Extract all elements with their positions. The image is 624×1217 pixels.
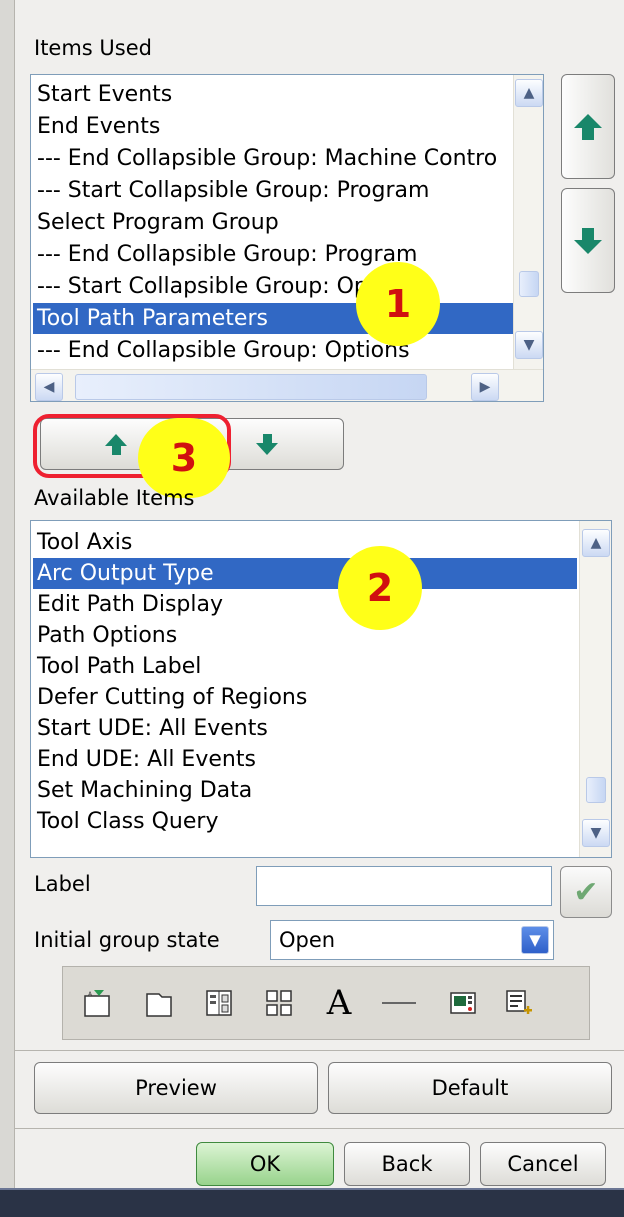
cancel-button[interactable]: Cancel	[480, 1142, 606, 1186]
list-item[interactable]: Start UDE: All Events	[37, 713, 268, 744]
apply-label-button[interactable]: ✔	[560, 866, 612, 918]
divider	[14, 1128, 624, 1129]
grid-icon[interactable]	[259, 981, 299, 1025]
chevron-down-icon[interactable]: ▼	[521, 926, 549, 954]
down-arrow-icon	[574, 227, 602, 254]
items-used-hscroll[interactable]: ◀ ▶	[31, 369, 543, 401]
add-list-icon[interactable]	[499, 981, 539, 1025]
annotation-badge-1: 1	[356, 262, 440, 346]
list-item[interactable]: Select Program Group	[37, 207, 279, 238]
hscroll-thumb[interactable]	[75, 374, 427, 400]
list-item[interactable]: End UDE: All Events	[37, 744, 256, 775]
list-item[interactable]: Tool Class Query	[37, 806, 218, 837]
list-item[interactable]: End Events	[37, 111, 160, 142]
up-arrow-icon	[574, 113, 602, 140]
blank-page-icon[interactable]	[139, 981, 179, 1025]
label-field-label: Label	[34, 872, 91, 896]
scroll-down-icon[interactable]: ▼	[515, 331, 543, 359]
divider	[14, 1050, 624, 1051]
scroll-up-icon[interactable]: ▲	[515, 79, 543, 107]
list-item[interactable]: Defer Cutting of Regions	[37, 682, 307, 713]
item-type-toolbar: A A	[62, 966, 590, 1040]
list-panel-icon[interactable]	[199, 981, 239, 1025]
text-icon[interactable]: A	[319, 981, 359, 1025]
preview-button[interactable]: Preview	[34, 1062, 318, 1114]
display-panel-icon[interactable]	[443, 981, 483, 1025]
list-item[interactable]: Path Options	[37, 620, 177, 651]
items-used-list[interactable]: ▲ ▼ ◀ ▶ Start Events End Events --- End Co…	[30, 74, 544, 402]
scroll-down-icon[interactable]: ▼	[582, 819, 610, 847]
new-group-icon[interactable]: A	[77, 981, 117, 1025]
back-button[interactable]: Back	[344, 1142, 470, 1186]
list-item[interactable]: --- End Collapsible Group: Program	[37, 239, 418, 270]
available-items-vscroll[interactable]: ▲ ▼	[579, 521, 611, 857]
list-item[interactable]: Tool Path Parameters	[33, 303, 513, 334]
scroll-left-icon[interactable]: ◀	[35, 373, 63, 401]
scroll-thumb[interactable]	[586, 777, 606, 803]
scroll-right-icon[interactable]: ▶	[471, 373, 499, 401]
move-item-up-button[interactable]	[561, 74, 615, 179]
annotation-badge-2: 2	[338, 546, 422, 630]
label-input[interactable]	[256, 866, 552, 906]
list-item[interactable]: --- End Collapsible Group: Machine Contr…	[37, 143, 497, 174]
list-item[interactable]: Arc Output Type	[33, 558, 577, 589]
scroll-up-icon[interactable]: ▲	[582, 529, 610, 557]
items-used-vscroll[interactable]: ▲ ▼	[513, 75, 543, 369]
list-item[interactable]: Set Machining Data	[37, 775, 252, 806]
window-bottom-edge	[0, 1188, 624, 1217]
items-used-label: Items Used	[34, 36, 152, 60]
ok-button[interactable]: OK	[196, 1142, 334, 1186]
default-button[interactable]: Default	[328, 1062, 612, 1114]
checkmark-icon: ✔	[573, 874, 599, 910]
available-items-label: Available Items	[34, 486, 195, 510]
list-item[interactable]: Edit Path Display	[37, 589, 223, 620]
initial-group-state-select[interactable]: Open ▼	[270, 920, 554, 960]
list-item[interactable]: --- Start Collapsible Group: Program	[37, 175, 429, 206]
list-item[interactable]: Tool Path Label	[37, 651, 201, 682]
scroll-thumb[interactable]	[519, 271, 539, 297]
list-item[interactable]: Tool Axis	[37, 527, 132, 558]
list-item[interactable]: --- End Collapsible Group: Options	[37, 335, 410, 366]
initial-group-state-label: Initial group state	[34, 928, 220, 952]
window-frame	[0, 0, 15, 1215]
move-item-down-button[interactable]	[561, 188, 615, 293]
available-items-list[interactable]: ▲ ▼ Tool Axis Arc Output Type Edit Path Di…	[30, 520, 612, 858]
selected-value: Open	[279, 928, 336, 952]
down-arrow-icon	[256, 433, 278, 455]
list-item[interactable]: Start Events	[37, 79, 172, 110]
separator-line-icon[interactable]	[379, 981, 419, 1025]
